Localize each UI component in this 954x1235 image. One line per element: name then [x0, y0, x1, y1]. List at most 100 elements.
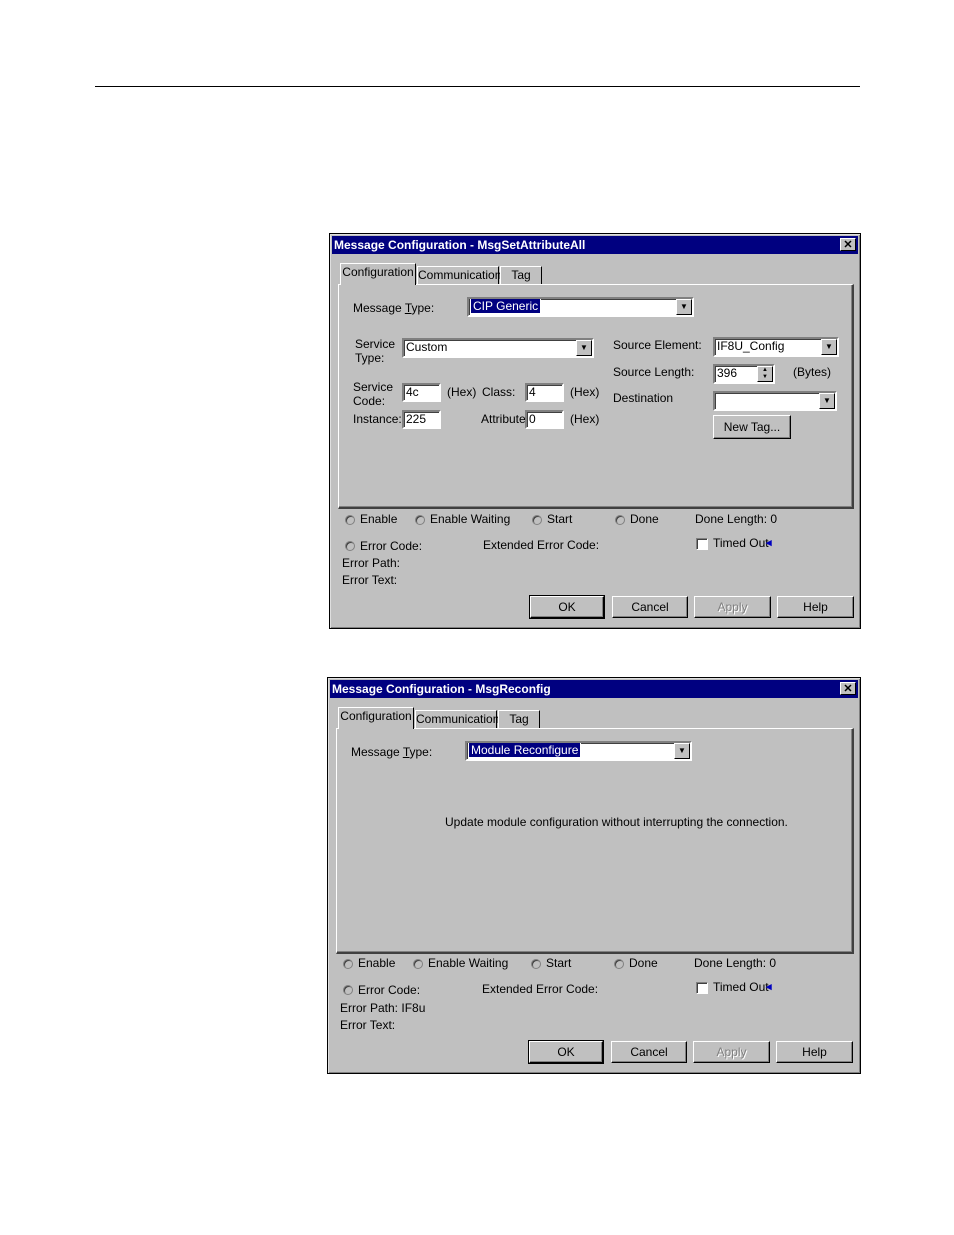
done-indicator: [615, 515, 625, 525]
message-configuration-dialog-setattributeall: Message Configuration - MsgSetAttributeA…: [329, 233, 861, 629]
service-type-dropdown[interactable]: Custom ▼: [402, 338, 594, 358]
destination-label: Destination: [613, 391, 674, 405]
dialog-title: Message Configuration - MsgSetAttributeA…: [334, 238, 586, 252]
start-indicator: [532, 515, 542, 525]
tab-tag-label: Tag: [511, 268, 531, 282]
ok-button[interactable]: OK: [529, 595, 605, 619]
ok-button[interactable]: OK: [528, 1040, 604, 1064]
source-length-spinner[interactable]: 396 ▲ ▼: [713, 364, 775, 384]
service-code-hex-label: (Hex): [447, 385, 477, 399]
error-code-label: Error Code:: [358, 983, 421, 997]
cancel-label: Cancel: [631, 600, 669, 614]
help-button[interactable]: Help: [777, 596, 854, 618]
start-indicator: [531, 959, 541, 969]
error-code-indicator: [343, 985, 353, 995]
arrow-left-icon: ◂: [766, 981, 772, 993]
timed-out-label: Timed Out: [713, 980, 769, 994]
destination-dropdown[interactable]: ▼: [713, 391, 837, 411]
dialog-title-bar: Message Configuration - MsgSetAttributeA…: [332, 236, 858, 254]
source-element-dropdown[interactable]: IF8U_Config ▼: [713, 337, 839, 357]
service-code-label-1: Service: [353, 380, 394, 394]
tab-configuration[interactable]: Configuration: [338, 707, 414, 729]
timed-out-label: Timed Out: [713, 536, 769, 550]
attribute-hex-label: (Hex): [570, 412, 600, 426]
chevron-down-icon[interactable]: ▼: [674, 743, 690, 759]
tab-communication-label: Communication: [416, 712, 500, 726]
apply-button[interactable]: Apply: [693, 1041, 770, 1063]
tab-tag[interactable]: Tag: [500, 266, 542, 285]
apply-button[interactable]: Apply: [694, 596, 771, 618]
attribute-input[interactable]: 0: [525, 410, 564, 429]
message-type-label-post: ype:: [409, 745, 433, 759]
tab-configuration[interactable]: Configuration: [340, 263, 416, 285]
class-label: Class:: [482, 385, 516, 399]
chevron-down-icon[interactable]: ▼: [676, 299, 692, 315]
tab-tag-label: Tag: [509, 712, 529, 726]
error-text-label: Error Text:: [342, 573, 398, 587]
page-header-rule: [95, 86, 860, 87]
message-type-value: Module Reconfigure: [467, 743, 582, 758]
tab-communication-label: Communication: [418, 268, 502, 282]
timed-out-checkbox: [696, 982, 708, 994]
apply-label: Apply: [717, 600, 748, 614]
error-text-label: Error Text:: [340, 1018, 396, 1032]
chevron-down-icon[interactable]: ▼: [576, 340, 592, 356]
done-label: Done: [630, 512, 659, 526]
new-tag-label: New Tag...: [723, 420, 781, 434]
close-icon[interactable]: ✕: [840, 238, 856, 251]
start-label: Start: [547, 512, 573, 526]
tab-communication[interactable]: Communication: [415, 710, 500, 729]
timed-out-checkbox: [696, 538, 708, 550]
new-tag-button[interactable]: New Tag...: [713, 415, 791, 439]
instance-value: 225: [406, 412, 427, 426]
message-type-value: CIP Generic: [469, 299, 542, 314]
enable-label: Enable: [358, 956, 396, 970]
ok-label: OK: [557, 1045, 575, 1059]
done-label: Done: [629, 956, 658, 970]
done-indicator: [614, 959, 624, 969]
instance-input[interactable]: 225: [402, 410, 441, 429]
enable-indicator: [345, 515, 355, 525]
close-icon[interactable]: ✕: [840, 682, 856, 695]
class-input[interactable]: 4: [525, 383, 564, 402]
source-length-label: Source Length:: [613, 365, 695, 379]
cancel-button[interactable]: Cancel: [612, 596, 688, 618]
error-path-label: Error Path: IF8u: [340, 1001, 426, 1015]
class-value: 4: [529, 385, 536, 399]
message-type-label: Message Type:: [353, 301, 434, 315]
configuration-panel: Message Type: CIP Generic ▼ Service Type…: [338, 284, 854, 509]
chevron-down-icon[interactable]: ▼: [819, 393, 835, 409]
enable-waiting-label: Enable Waiting: [430, 512, 511, 526]
cancel-button[interactable]: Cancel: [611, 1041, 687, 1063]
attribute-value: 0: [529, 412, 536, 426]
enable-waiting-indicator: [415, 515, 425, 525]
message-type-dropdown[interactable]: Module Reconfigure ▼: [465, 741, 692, 761]
ok-label: OK: [558, 600, 576, 614]
source-length-value: 396: [717, 366, 738, 380]
done-length-label: Done Length: 0: [695, 512, 778, 526]
source-element-value: IF8U_Config: [717, 339, 785, 353]
message-type-label-pre: Message: [353, 301, 405, 315]
message-type-dropdown[interactable]: CIP Generic ▼: [467, 297, 694, 317]
apply-label: Apply: [716, 1045, 747, 1059]
arrow-left-icon: ◂: [766, 537, 772, 549]
start-label: Start: [546, 956, 572, 970]
enable-label: Enable: [360, 512, 398, 526]
message-type-label-pre: Message: [351, 745, 403, 759]
dialog-title: Message Configuration - MsgReconfig: [332, 682, 551, 696]
reconfigure-description: Update module configuration without inte…: [445, 815, 788, 829]
tab-communication[interactable]: Communication: [417, 266, 502, 285]
tab-configuration-label: Configuration: [342, 265, 414, 279]
service-code-input[interactable]: 4c: [402, 383, 441, 402]
done-length-label: Done Length: 0: [694, 956, 777, 970]
spinner-icon[interactable]: ▲ ▼: [757, 366, 773, 382]
chevron-down-icon[interactable]: ▼: [821, 339, 837, 355]
service-code-value: 4c: [406, 385, 419, 399]
enable-waiting-indicator: [413, 959, 423, 969]
error-code-indicator: [345, 541, 355, 551]
tab-tag[interactable]: Tag: [498, 710, 540, 729]
attribute-label: Attribute:: [481, 412, 530, 426]
help-button[interactable]: Help: [776, 1041, 853, 1063]
message-type-label-post: ype:: [411, 301, 435, 315]
extended-error-code-label: Extended Error Code:: [483, 538, 600, 552]
